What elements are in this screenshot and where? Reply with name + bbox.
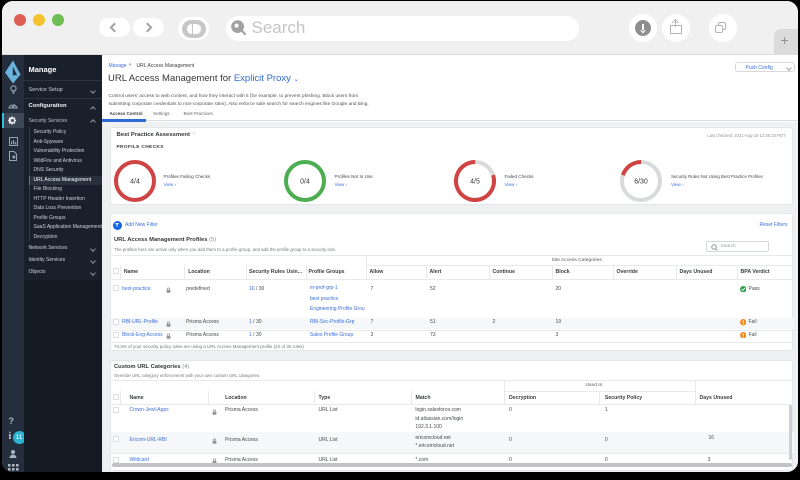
svg-text:4/5: 4/5 xyxy=(470,179,480,186)
svg-text:0/4: 0/4 xyxy=(300,179,310,186)
svg-text:4/4: 4/4 xyxy=(130,179,140,186)
svg-text:6/30: 6/30 xyxy=(634,179,648,186)
